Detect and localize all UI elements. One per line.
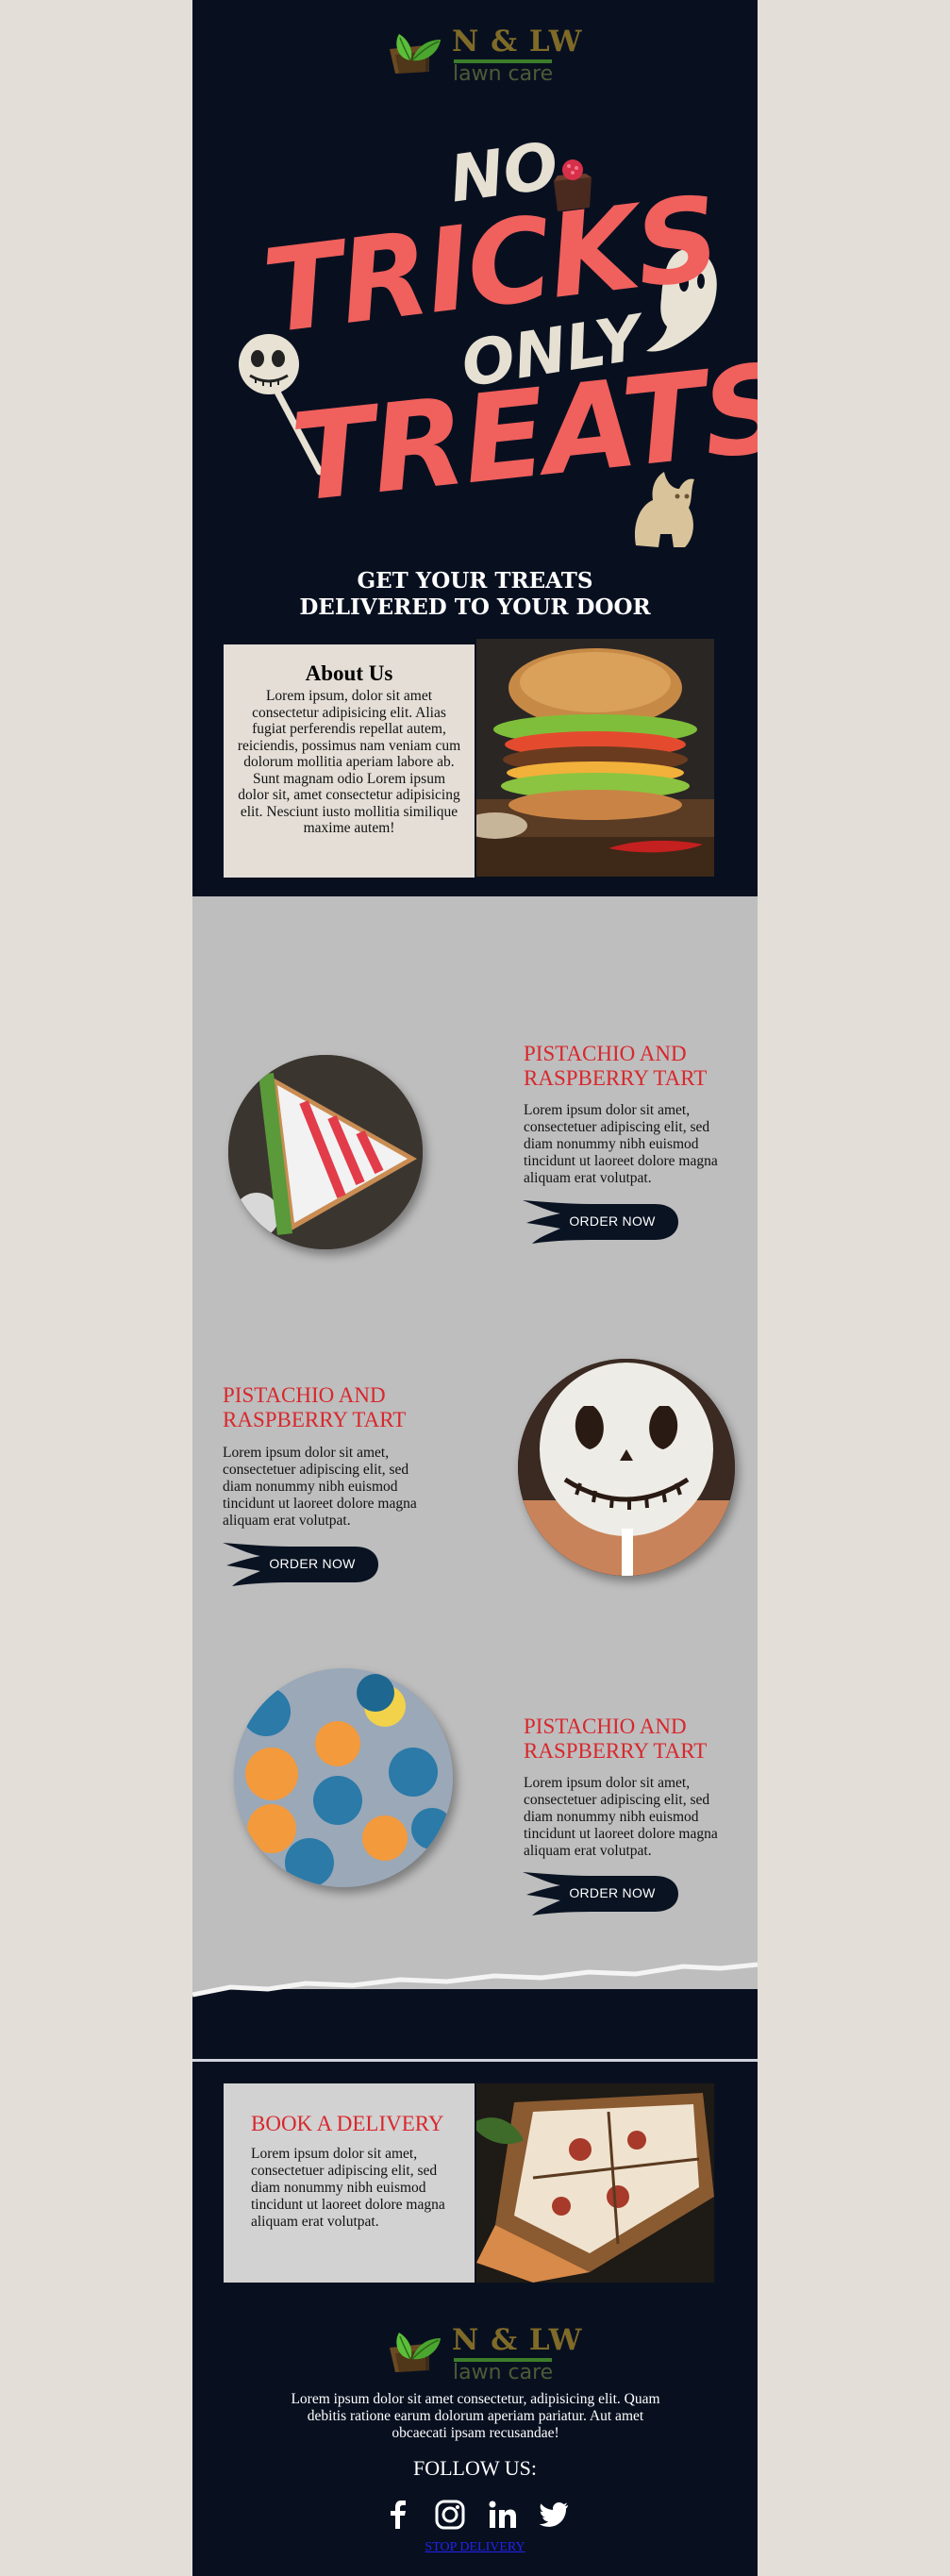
macarons-image [234, 1668, 453, 1887]
leaf-logo-icon [390, 2333, 441, 2372]
order-now-button-2[interactable]: ORDER NOW [223, 1541, 378, 1588]
brand-tagline: lawn care [453, 62, 554, 86]
macarons-photo [234, 1668, 453, 1887]
brand-tagline: lawn care [453, 2361, 554, 2384]
tart-image [228, 1055, 423, 1249]
order-now-label: ORDER NOW [569, 1213, 656, 1229]
twitter-icon[interactable] [538, 2499, 570, 2531]
product-2-title: PISTACHIO AND RASPBERRY TART [223, 1383, 407, 1431]
instagram-icon[interactable] [434, 2499, 466, 2531]
brand-logo[interactable]: N & LW lawn care [388, 25, 581, 87]
book-body: Lorem ipsum dolor sit amet, consectetuer… [251, 2146, 445, 2230]
footer-logo[interactable]: N & LW lawn care [388, 2323, 581, 2385]
order-now-label: ORDER NOW [569, 1885, 656, 1900]
about-body: Lorem ipsum, dolor sit amet consectetur … [237, 688, 461, 836]
pizza-image [476, 2083, 714, 2283]
book-title: BOOK A DELIVERY [251, 2112, 444, 2135]
about-title: About Us [305, 661, 393, 685]
hero-illustration: NO TRICKS ONLY TREATS [225, 128, 758, 557]
product-1-title: PISTACHIO AND RASPBERRY TART [524, 1042, 708, 1090]
facebook-icon[interactable] [382, 2499, 414, 2531]
burger-image [476, 639, 714, 877]
hero-headline: GET YOUR TREATS DELIVERED TO YOUR DOOR [192, 568, 758, 621]
headline-text: GET YOUR TREATS DELIVERED TO YOUR DOOR [299, 568, 651, 620]
order-now-label: ORDER NOW [269, 1556, 356, 1571]
follow-us-label: FOLLOW US: [413, 2456, 537, 2480]
email-container: N & LW lawn care NO TRICKS ONLY TREATS G… [192, 0, 758, 2576]
order-now-button-3[interactable]: ORDER NOW [523, 1870, 678, 1917]
product-3-body: Lorem ipsum dolor sit amet, consectetuer… [524, 1775, 718, 1859]
leaf-logo-icon [390, 34, 441, 74]
product-2-body: Lorem ipsum dolor sit amet, consectetuer… [223, 1445, 417, 1529]
product-1-body: Lorem ipsum dolor sit amet, consectetuer… [524, 1102, 718, 1186]
brand-name: N & LW [452, 2323, 583, 2357]
linkedin-icon[interactable] [486, 2499, 518, 2531]
skull-cakepop-photo [518, 1359, 735, 1576]
pizza-photo [476, 2083, 714, 2283]
burger-photo [476, 639, 714, 877]
section-separator [192, 2059, 758, 2062]
footer-text: Lorem ipsum dolor sit amet consectetur, … [291, 2391, 660, 2441]
product-3-title: PISTACHIO AND RASPBERRY TART [524, 1715, 708, 1763]
cakepop-image [518, 1359, 735, 1576]
brand-name: N & LW [452, 25, 583, 59]
tart-slice-photo [228, 1055, 423, 1249]
about-section: About Us Lorem ipsum, dolor sit amet con… [224, 644, 475, 878]
book-delivery-section: BOOK A DELIVERY Lorem ipsum dolor sit am… [224, 2083, 475, 2283]
torn-paper-divider [192, 1953, 758, 1998]
order-now-button-1[interactable]: ORDER NOW [523, 1198, 678, 1246]
stop-delivery-link[interactable]: STOP DELIVERY [192, 2540, 758, 2555]
